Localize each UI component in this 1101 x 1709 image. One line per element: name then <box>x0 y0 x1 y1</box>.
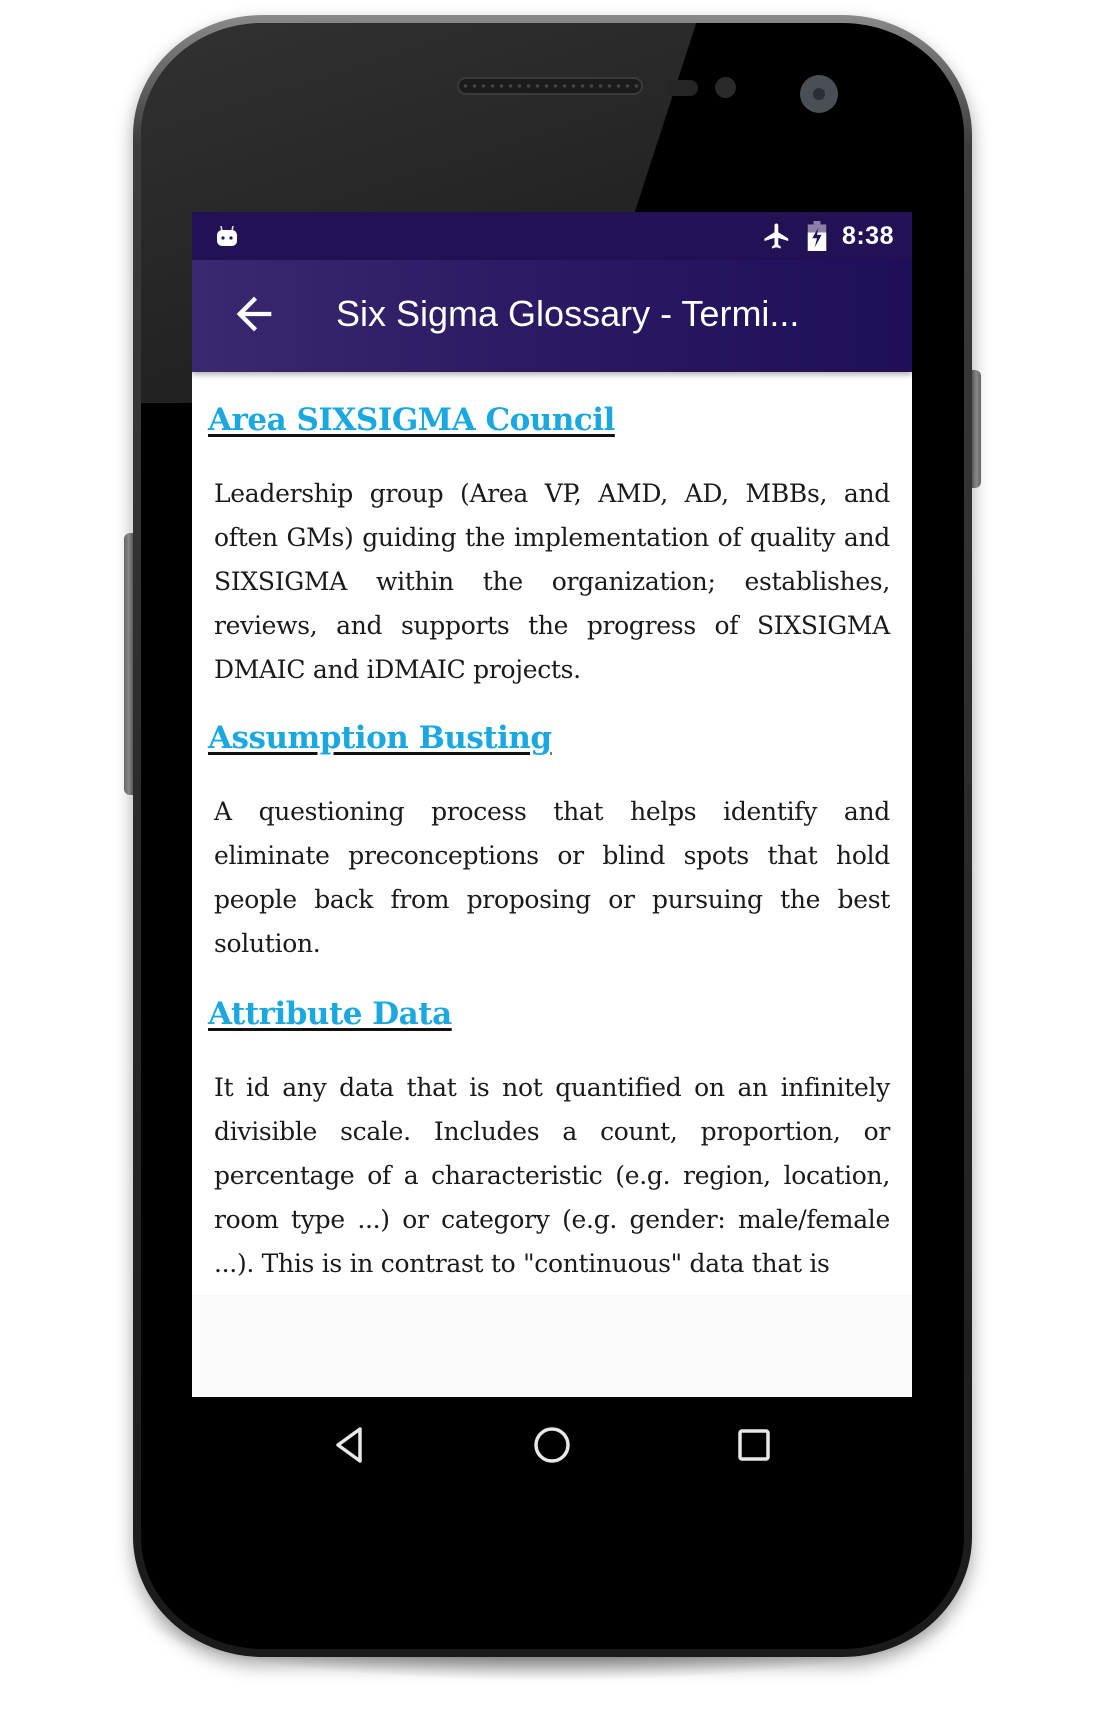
glossary-definition: Leadership group (Area VP, AMD, AD, MBBs… <box>214 479 890 684</box>
glossary-term-link[interactable]: Assumption Busting <box>208 720 552 756</box>
status-bar: 8:38 <box>192 212 912 260</box>
glossary-definition: A questioning process that helps identif… <box>214 797 890 958</box>
glossary-term-link[interactable]: Attribute Data <box>208 996 452 1032</box>
arrow-left-icon[interactable] <box>228 288 280 340</box>
glossary-content[interactable]: Area SIXSIGMA Council Leadership group (… <box>192 372 912 1294</box>
page-title: Six Sigma Glossary - Termi... <box>336 293 800 334</box>
glossary-entry: Area SIXSIGMA Council Leadership group (… <box>192 372 912 692</box>
glossary-entry: Assumption Busting A questioning process… <box>192 692 912 966</box>
front-camera <box>800 75 838 113</box>
airplane-mode-icon <box>764 223 789 249</box>
status-icons: 8:38 <box>762 212 894 260</box>
light-sensor <box>715 77 736 98</box>
glossary-entry: Attribute Data It id any data that is no… <box>192 966 912 1286</box>
nav-home-icon[interactable] <box>528 1421 576 1469</box>
device-screen: 8:38 Six Sigma Glossary - Termi... Area … <box>192 212 912 1493</box>
nav-back-icon[interactable] <box>326 1421 374 1469</box>
app-bar: Six Sigma Glossary - Termi... <box>192 260 912 372</box>
glossary-definition: It id any data that is not quantified on… <box>214 1073 890 1278</box>
earpiece-speaker <box>457 77 643 95</box>
proximity-sensor <box>665 80 698 96</box>
battery-charging-icon <box>807 221 827 251</box>
glossary-term-link[interactable]: Area SIXSIGMA Council <box>208 402 615 438</box>
navigation-bar <box>192 1397 912 1493</box>
nav-recents-icon[interactable] <box>730 1421 778 1469</box>
clock: 8:38 <box>841 221 894 250</box>
android-robot-icon <box>217 226 237 246</box>
